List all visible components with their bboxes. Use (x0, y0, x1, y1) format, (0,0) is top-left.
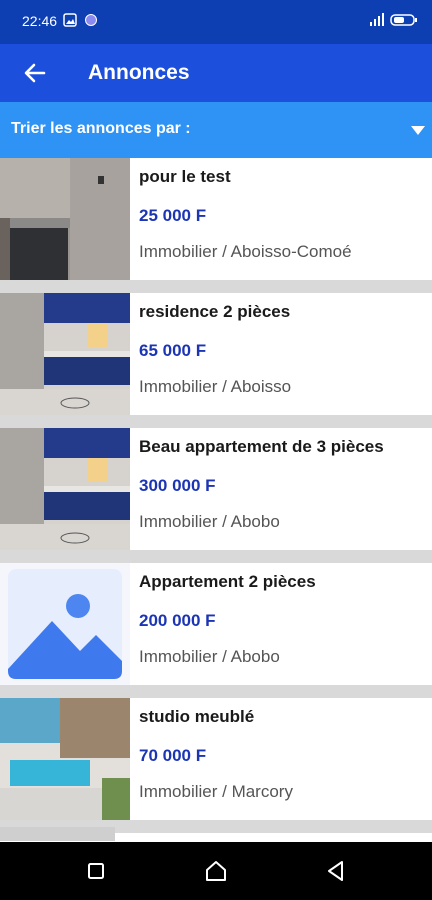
list-divider (0, 550, 432, 563)
listing-photo (0, 698, 130, 820)
home-icon[interactable] (203, 858, 229, 884)
listing-price: 65 000 F (139, 341, 207, 360)
listing-item[interactable]: pour le test 25 000 F Immobilier / Abois… (0, 158, 432, 280)
listing-price: 300 000 F (139, 476, 216, 495)
listing-category: Immobilier / Abobo (139, 512, 280, 531)
app-bar: Annonces (0, 44, 432, 102)
listing-title: studio meublé (139, 707, 255, 726)
listing-photo (0, 428, 130, 550)
recent-apps-icon[interactable] (83, 858, 109, 884)
back-triangle-icon[interactable] (323, 858, 349, 884)
list-divider (0, 685, 432, 698)
partial-listing-photo (0, 827, 115, 841)
listing-item[interactable]: studio meublé 70 000 F Immobilier / Marc… (0, 698, 432, 820)
system-nav-bar (0, 842, 432, 900)
listing-price: 70 000 F (139, 746, 207, 765)
list-divider (0, 280, 432, 293)
sort-dropdown[interactable]: Trier les annonces par : (0, 102, 432, 158)
listing-item[interactable]: Beau appartement de 3 pièces 300 000 F I… (0, 428, 432, 550)
back-arrow-icon[interactable] (22, 60, 48, 86)
list-divider (0, 415, 432, 428)
image-placeholder-icon (0, 563, 130, 685)
battery-icon (390, 14, 417, 26)
listing-item[interactable]: residence 2 pièces 65 000 F Immobilier /… (0, 293, 432, 415)
listing-photo (0, 293, 130, 415)
listing-title: residence 2 pièces (139, 302, 291, 321)
listing-price: 200 000 F (139, 611, 216, 630)
page-title: Annonces (88, 61, 190, 84)
status-time: 22:46 (22, 13, 58, 29)
signal-icon (370, 13, 384, 26)
listings-list: pour le test 25 000 F Immobilier / Abois… (0, 158, 432, 833)
listing-category: Immobilier / Aboisso-Comoé (139, 242, 352, 261)
listing-price: 25 000 F (139, 206, 207, 225)
sort-label: Trier les annonces par : (11, 120, 191, 137)
listing-item[interactable]: Appartement 2 pièces 200 000 F Immobilie… (0, 563, 432, 685)
listing-title: pour le test (139, 167, 231, 186)
dropdown-arrow-icon (411, 126, 425, 135)
listing-category: Immobilier / Aboisso (139, 377, 292, 396)
status-bar: 22:46 (0, 0, 432, 44)
listing-photo (0, 158, 130, 280)
listing-category: Immobilier / Marcory (139, 782, 293, 801)
gallery-icon (63, 13, 77, 27)
notification-dot-icon (85, 14, 97, 26)
listing-category: Immobilier / Abobo (139, 647, 280, 666)
listing-title: Beau appartement de 3 pièces (139, 437, 384, 456)
listing-title: Appartement 2 pièces (139, 572, 316, 591)
